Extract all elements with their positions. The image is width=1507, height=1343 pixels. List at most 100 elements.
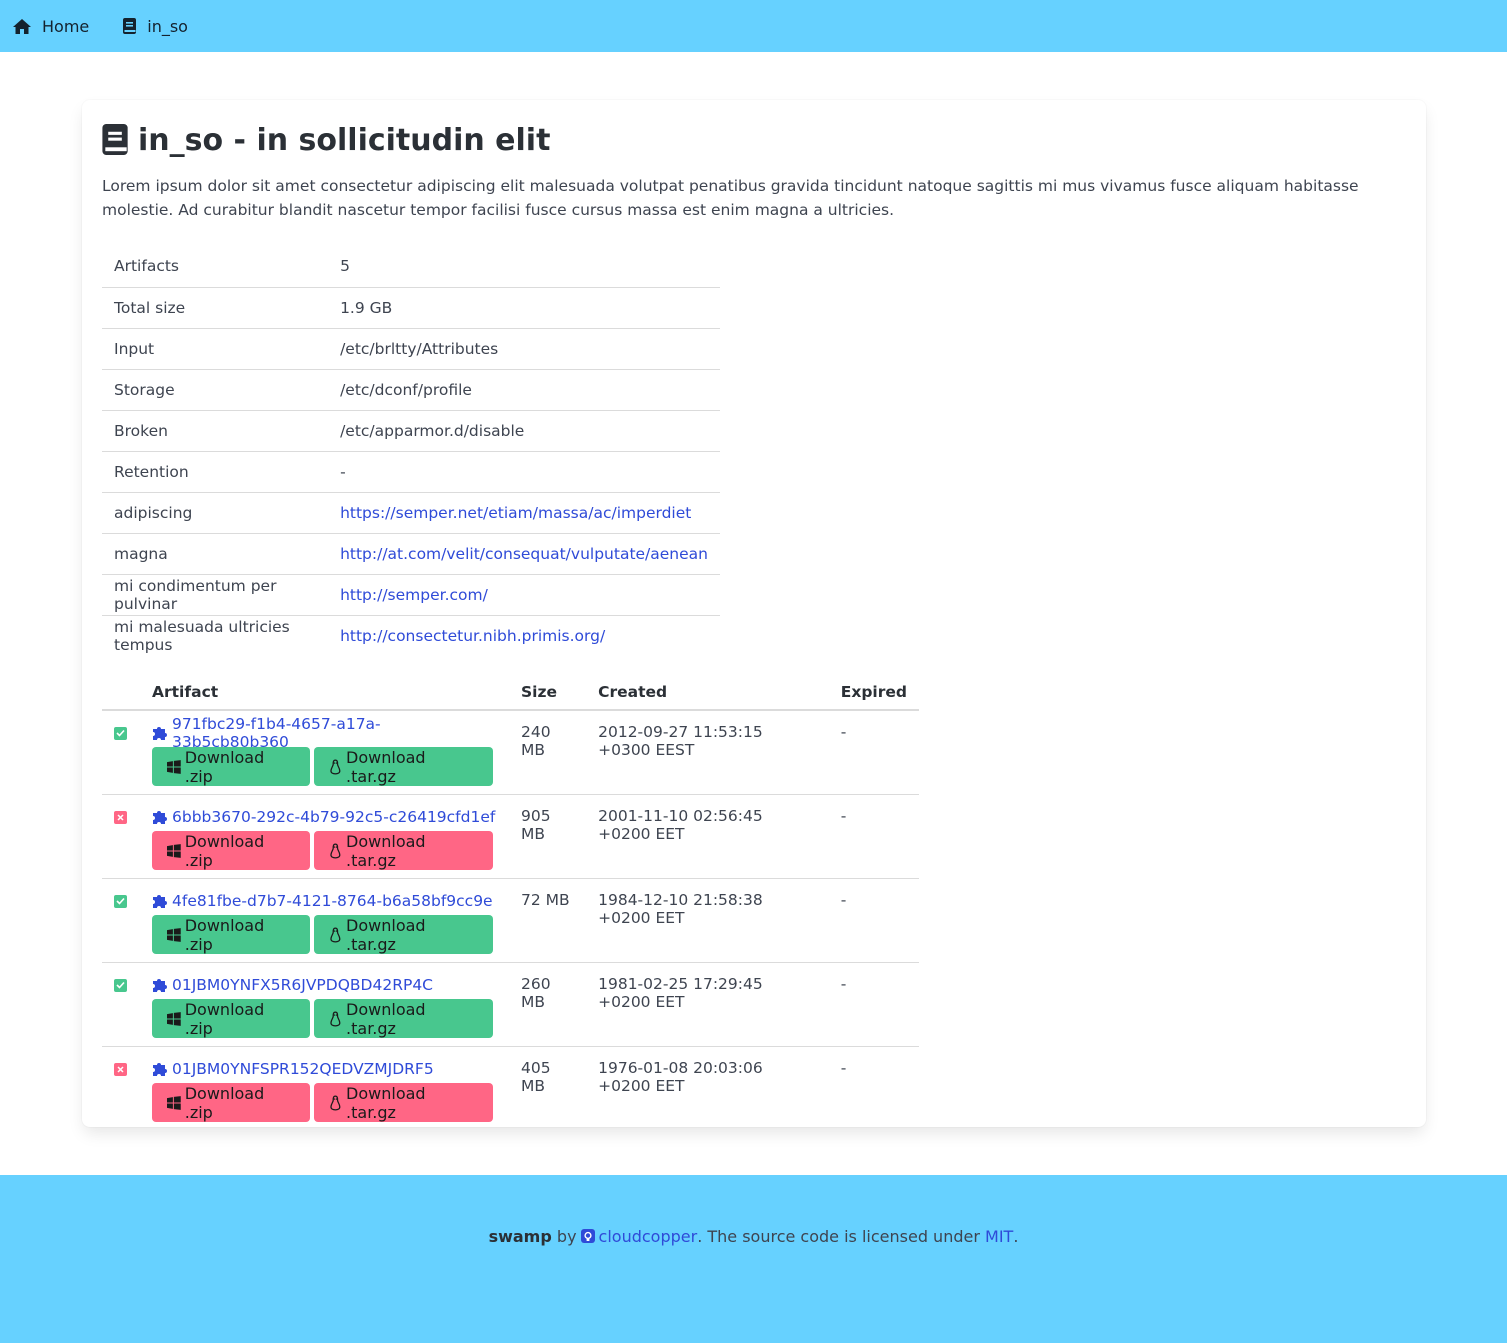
download-zip-button[interactable]: Download .zip (152, 1083, 311, 1122)
download-buttons: Download .zip Download .tar.gz (152, 999, 497, 1038)
footer-by: by (556, 1226, 577, 1246)
artifact-link[interactable]: 01JBM0YNFSPR152QEDVZMJDRF5 (152, 1059, 497, 1079)
info-key: adipiscing (102, 492, 329, 534)
info-row: Broken/etc/apparmor.d/disable (102, 410, 720, 452)
download-targz-button[interactable]: Download .tar.gz (314, 747, 493, 786)
info-table: Artifacts 5 Total size 1.9 GB Input/etc/brlt… (102, 246, 720, 656)
info-value: - (328, 451, 720, 493)
table-row: 01JBM0YNFSPR152QEDVZMJDRF5 Download .zip D… (102, 1047, 919, 1131)
book-icon (102, 123, 128, 155)
project-description: Lorem ipsum dolor sit amet consectetur a… (102, 177, 1359, 219)
expired-cell: - (840, 1059, 847, 1077)
download-targz-button[interactable]: Download .tar.gz (314, 831, 493, 870)
puzzle-icon (153, 979, 167, 992)
info-value: https://semper.net/etiam/massa/ac/imperd… (328, 492, 720, 534)
footer: swamp by cloudcopper . The source code i… (0, 1175, 1507, 1343)
status-badge (114, 978, 127, 992)
info-link[interactable]: http://at.com/velit/consequat/vulputate/… (340, 545, 708, 563)
info-row: Total size 1.9 GB (102, 287, 720, 329)
footer-author-link[interactable]: cloudcopper (599, 1227, 698, 1246)
page-title: in_so - in sollicitudin elit (102, 120, 1406, 160)
artifacts-header-row: Artifact Size Created Expired (102, 674, 919, 711)
artifact-link[interactable]: 6bbb3670-292c-4b79-92c5-c26419cfd1ef (152, 807, 497, 827)
footer-end: . (1013, 1226, 1019, 1246)
size-cell: 72 MB (509, 878, 587, 963)
check-icon (116, 729, 125, 737)
expired-cell: - (828, 962, 919, 1047)
download-zip-button[interactable]: Download .zip (152, 999, 311, 1038)
info-key: Broken (102, 410, 329, 452)
footer-license-link[interactable]: MIT (985, 1227, 1013, 1246)
page-title-text: in_so - in sollicitudin elit (138, 122, 551, 158)
info-value: 5 (328, 246, 720, 288)
artifact-id: 4fe81fbe-d7b7-4121-8764-b6a58bf9cc9e (172, 892, 493, 910)
header-size: Size (509, 674, 587, 711)
download-buttons: Download .zip Download .tar.gz (152, 747, 497, 786)
artifact-link[interactable]: 01JBM0YNFX5R6JVPDQBD42RP4C (152, 975, 497, 995)
linux-icon (330, 758, 341, 775)
nav-project-link[interactable]: in_so (123, 17, 188, 36)
windows-icon (167, 927, 181, 942)
info-row: mi malesuada ultricies tempus http://cons… (102, 615, 720, 656)
created-cell: 1976-01-08 20:03:06 +0200 EET (598, 1059, 763, 1095)
linux-icon (330, 842, 341, 859)
expired-cell: - (828, 794, 919, 879)
info-value: 1.9 GB (328, 287, 720, 329)
header-status (102, 674, 152, 711)
info-value: /etc/dconf/profile (328, 369, 720, 411)
download-zip-button[interactable]: Download .zip (152, 915, 311, 954)
download-targz-label: Download .tar.gz (346, 915, 426, 954)
status-badge (114, 1063, 127, 1076)
download-buttons: Download .zip Download .tar.gz (152, 915, 497, 954)
check-icon (116, 897, 125, 905)
download-zip-button[interactable]: Download .zip (152, 831, 311, 870)
status-cell (102, 962, 152, 1047)
info-row: Storage/etc/dconf/profile (102, 369, 720, 411)
download-zip-label: Download .zip (184, 831, 265, 870)
info-row: Retention - (102, 451, 720, 493)
status-cell (102, 794, 152, 879)
download-zip-label: Download .zip (184, 915, 265, 954)
info-value: http://consectetur.nibh.primis.org/ (328, 615, 720, 656)
artifact-cell: 01JBM0YNFX5R6JVPDQBD42RP4C Download .zip D… (152, 962, 509, 1047)
info-key: Retention (102, 451, 329, 493)
book-icon (123, 17, 137, 34)
info-row: Artifacts 5 (102, 246, 720, 288)
artifacts-table: Artifact Size Created Expired 971fbc29-f… (102, 674, 919, 1130)
info-link[interactable]: http://consectetur.nibh.primis.org/ (340, 627, 605, 645)
info-row: mi condimentum per pulvinar http://semper… (102, 574, 720, 616)
download-buttons: Download .zip Download .tar.gz (152, 1083, 497, 1122)
info-row: magna http://at.com/velit/consequat/vulpu… (102, 533, 720, 575)
header-created: Created (586, 674, 829, 711)
download-zip-button[interactable]: Download .zip (152, 747, 311, 786)
puzzle-icon (153, 1063, 167, 1076)
info-value: http://at.com/velit/consequat/vulputate/… (328, 533, 720, 575)
size-cell: 240 MB (509, 710, 587, 795)
download-targz-button[interactable]: Download .tar.gz (314, 999, 493, 1038)
status-cell (102, 710, 152, 795)
artifact-link[interactable]: 4fe81fbe-d7b7-4121-8764-b6a58bf9cc9e (152, 891, 497, 911)
linux-icon (330, 1094, 341, 1111)
size-cell: 260 MB (509, 962, 587, 1047)
artifact-link[interactable]: 971fbc29-f1b4-4657-a17a-33b5cb80b360 (152, 715, 497, 751)
nav-home-link[interactable]: Home (12, 17, 89, 36)
artifact-id: 01JBM0YNFSPR152QEDVZMJDRF5 (172, 1060, 434, 1078)
info-link[interactable]: https://semper.net/etiam/massa/ac/imperd… (340, 504, 691, 522)
artifact-cell: 6bbb3670-292c-4b79-92c5-c26419cfd1ef Down… (152, 794, 509, 879)
download-targz-button[interactable]: Download .tar.gz (314, 1083, 493, 1122)
header-expired: Expired (828, 674, 919, 711)
footer-license-text: . The source code is licensed under (697, 1226, 980, 1246)
artifact-cell: 01JBM0YNFSPR152QEDVZMJDRF5 Download .zip D… (152, 1047, 509, 1131)
check-icon (116, 981, 125, 989)
status-badge (114, 811, 127, 824)
puzzle-icon (152, 727, 167, 740)
download-zip-label: Download .zip (184, 999, 265, 1038)
info-link[interactable]: http://semper.com/ (340, 586, 488, 604)
nav-home-label: Home (42, 16, 90, 36)
nav-project-label: in_so (147, 16, 188, 36)
download-buttons: Download .zip Download .tar.gz (152, 831, 497, 870)
info-key: Input (102, 328, 329, 370)
windows-icon (167, 1095, 181, 1110)
download-targz-button[interactable]: Download .tar.gz (314, 915, 493, 954)
size-cell: 405 MB (521, 1059, 551, 1095)
